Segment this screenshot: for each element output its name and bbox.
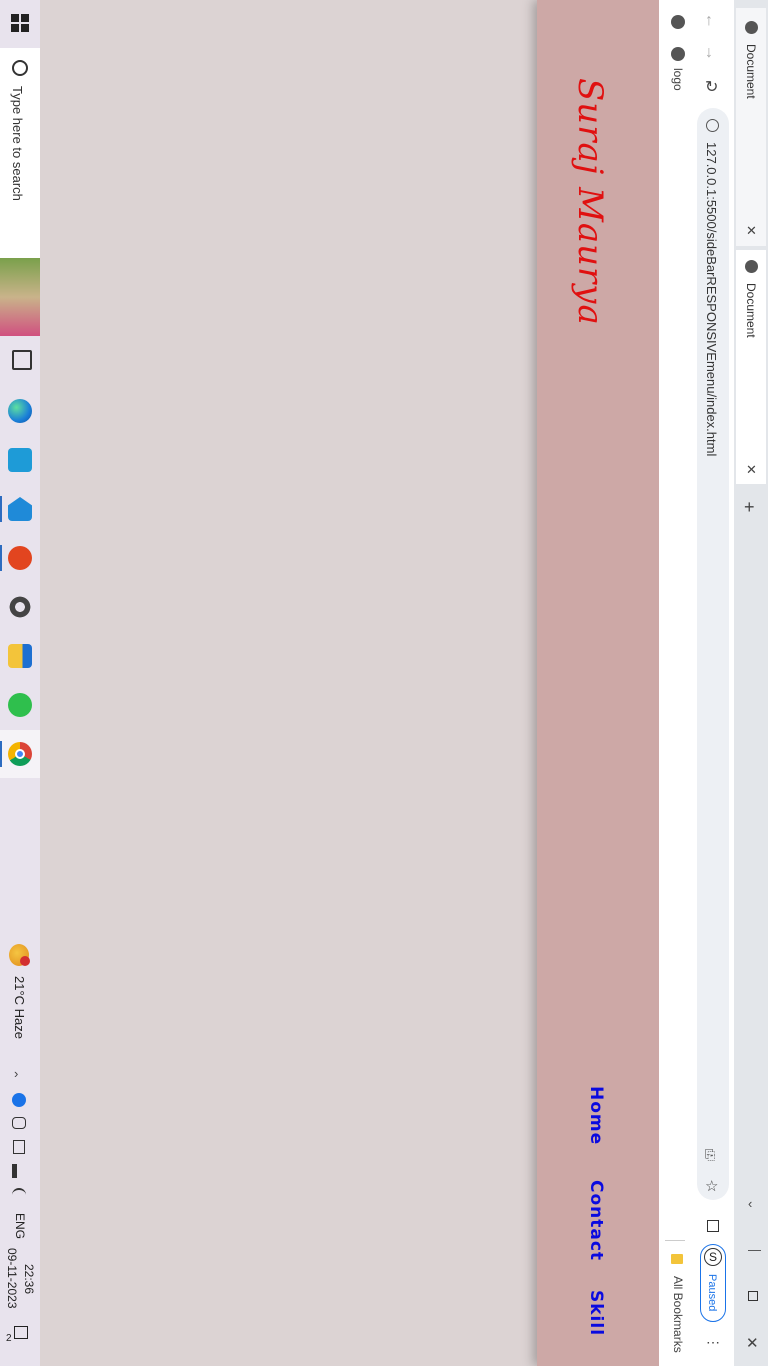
nav-link-skill[interactable]: Skill: [586, 1290, 606, 1336]
tab-favicon-globe-icon: [745, 21, 758, 34]
tab-title: Document: [744, 44, 758, 99]
all-bookmarks-folder-icon[interactable]: [671, 1254, 683, 1264]
tab-close-icon[interactable]: ✕: [746, 462, 757, 478]
weather-text[interactable]: 21°C Haze: [12, 976, 27, 1039]
logo-text: Suraj Maurya: [570, 78, 610, 326]
notification-icon[interactable]: [14, 1326, 28, 1339]
clock-date[interactable]: 09-11-2023: [5, 1248, 19, 1309]
new-tab-plus-icon[interactable]: +: [744, 497, 755, 518]
phone-link-icon[interactable]: [8, 693, 32, 717]
bookmark-globe-icon[interactable]: [671, 47, 685, 61]
profile-status: Paused: [706, 1274, 718, 1312]
show-hidden-icons-chevron-icon[interactable]: ›: [14, 1066, 18, 1081]
side-panel-icon[interactable]: [707, 1220, 719, 1232]
site-info-icon[interactable]: [706, 119, 719, 132]
page-body: [40, 0, 537, 1366]
restore-icon[interactable]: [748, 1291, 758, 1301]
bookmark-logo[interactable]: logo: [671, 68, 685, 91]
nav-link-home[interactable]: Home: [586, 1086, 606, 1145]
taskbar-active-indicator: [0, 741, 2, 767]
chrome-icon[interactable]: [8, 742, 32, 766]
battery-icon[interactable]: [13, 1140, 25, 1154]
language-indicator[interactable]: ENG: [13, 1213, 27, 1239]
search-highlight-image: [0, 258, 40, 336]
taskbar-active-indicator: [0, 496, 2, 522]
back-arrow-icon[interactable]: ↑: [705, 12, 713, 30]
weather-alert-badge: [20, 956, 30, 966]
tab-search-chevron-icon[interactable]: ‹: [748, 1196, 752, 1211]
bookmark-star-icon[interactable]: ☆: [705, 1177, 718, 1195]
tab-favicon-globe-icon: [745, 260, 758, 273]
settings-gear-icon[interactable]: [8, 595, 32, 619]
notification-count: 2: [6, 1333, 12, 1344]
file-explorer-icon[interactable]: [8, 644, 32, 668]
bookmarks-bar: [659, 0, 697, 1366]
start-button[interactable]: [11, 14, 29, 32]
task-view-icon[interactable]: [12, 350, 32, 370]
url-text[interactable]: 127.0.0.1:5500/sideBarRESPONSIVEmenu/ind…: [704, 142, 719, 456]
taskbar-active-indicator: [0, 545, 2, 571]
search-icon: [12, 60, 28, 76]
bluetooth-icon[interactable]: [12, 1093, 26, 1107]
menu-kebab-icon[interactable]: ⋯: [706, 1334, 720, 1351]
bookmarks-divider: [665, 1240, 685, 1241]
nav-link-contact[interactable]: Contact: [586, 1180, 606, 1261]
onedrive-icon[interactable]: [12, 1117, 26, 1129]
bookmark-globe-icon[interactable]: [671, 15, 685, 29]
close-window-icon[interactable]: ✕: [746, 1334, 759, 1352]
wifi-icon[interactable]: [12, 1188, 26, 1202]
all-bookmarks-label[interactable]: All Bookmarks: [671, 1276, 685, 1353]
profile-avatar: S: [704, 1248, 722, 1266]
minimize-icon[interactable]: —: [748, 1242, 761, 1257]
install-app-icon[interactable]: ⎘: [705, 1147, 715, 1163]
tab-close-icon[interactable]: ✕: [746, 223, 757, 239]
edge-icon[interactable]: [8, 399, 32, 423]
search-placeholder: Type here to search: [10, 86, 25, 201]
brave-icon[interactable]: [8, 546, 32, 570]
volume-icon[interactable]: [12, 1164, 26, 1178]
forward-arrow-icon[interactable]: ↓: [705, 44, 713, 62]
activity-app-icon[interactable]: [8, 448, 32, 472]
clock-time[interactable]: 22:36: [22, 1264, 36, 1294]
tab-title: Document: [744, 283, 758, 338]
reload-icon[interactable]: ↻: [705, 77, 718, 97]
